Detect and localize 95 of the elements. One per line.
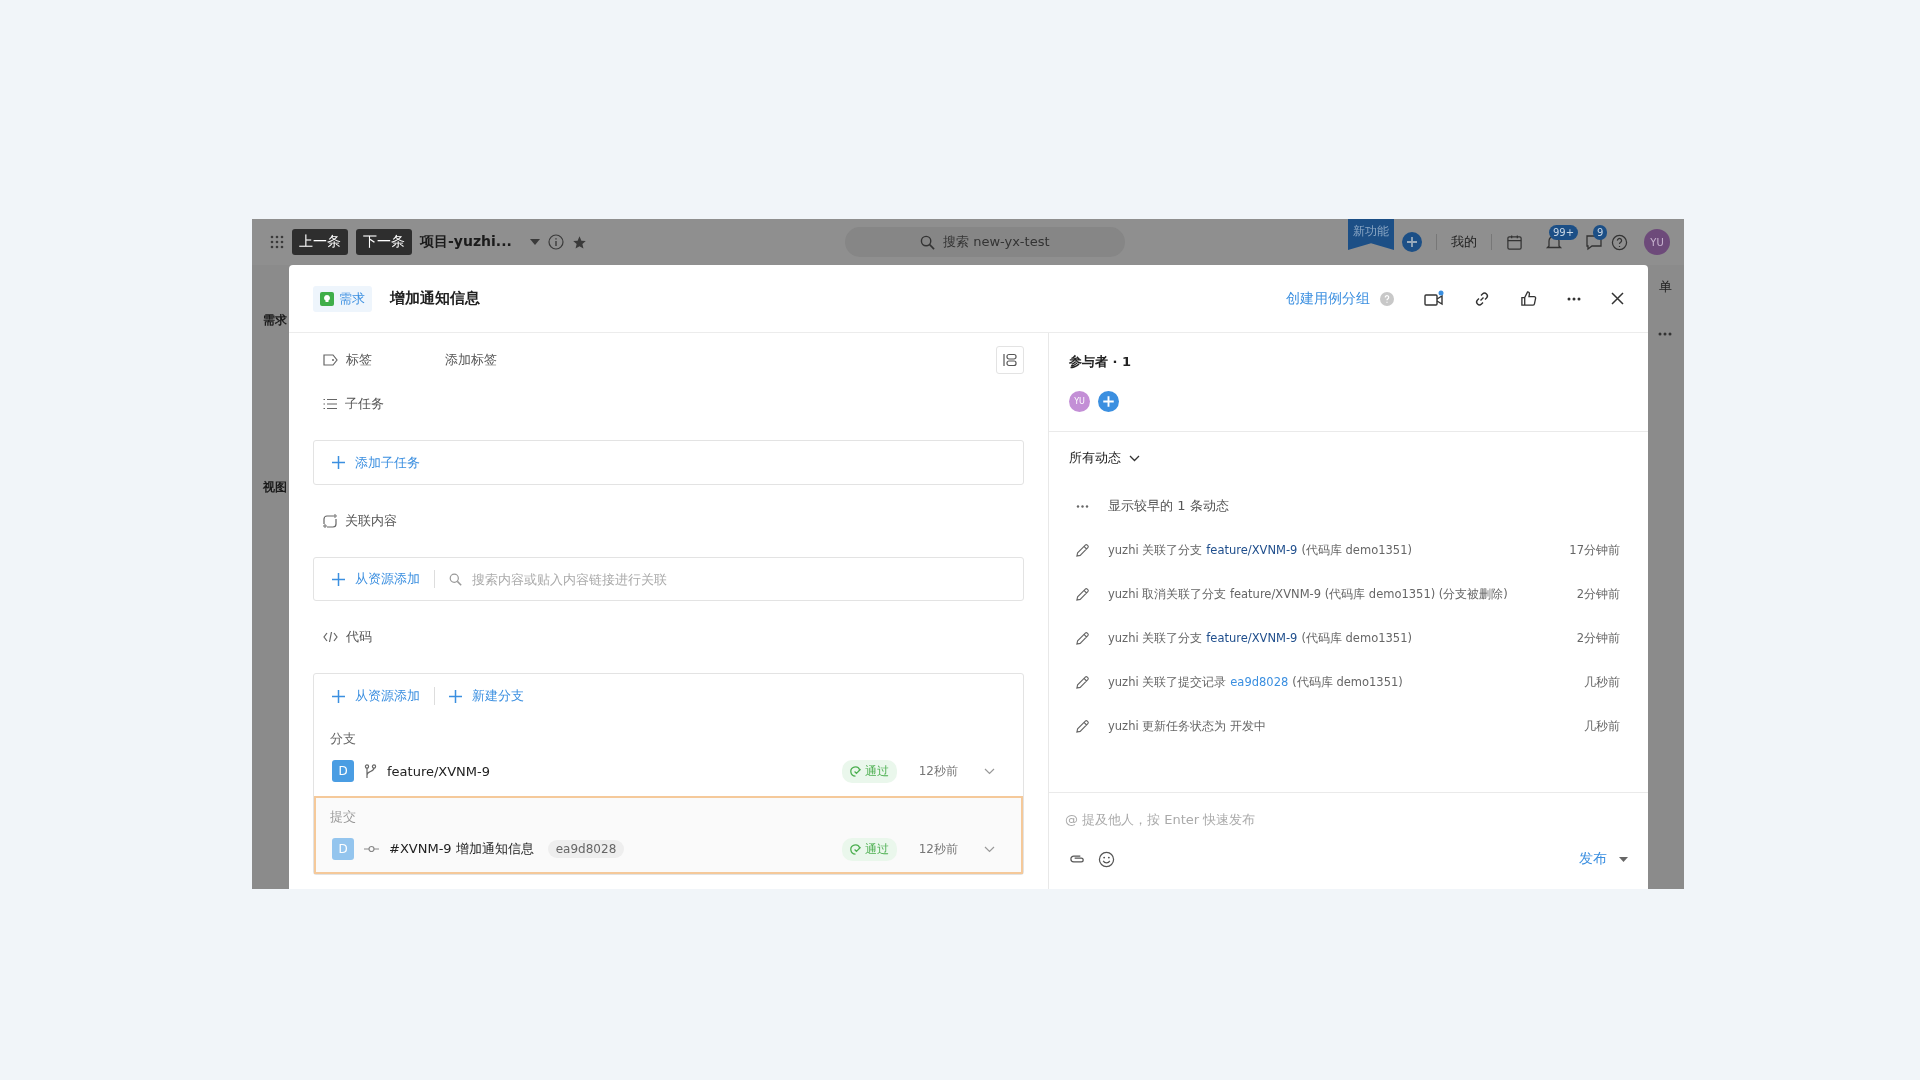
more-icon bbox=[1075, 504, 1090, 508]
next-button[interactable]: 下一条 bbox=[356, 229, 412, 255]
code-item-name[interactable]: #XVNM-9 增加通知信息 bbox=[389, 840, 534, 858]
add-icon[interactable] bbox=[1402, 232, 1422, 252]
field-label: 子任务 bbox=[345, 395, 384, 413]
info-icon[interactable] bbox=[547, 234, 564, 250]
project-name[interactable]: 项目-yuzhi... bbox=[420, 233, 512, 251]
pencil-icon bbox=[1075, 542, 1090, 558]
create-group-link[interactable]: 创建用例分组 bbox=[1286, 289, 1370, 308]
field-label: 标签 bbox=[346, 351, 372, 369]
activity-text: yuzhi 关联了提交记录 ea9d8028 (代码库 demo1351) bbox=[1108, 674, 1403, 690]
search-placeholder: 搜索 new-yx-test bbox=[943, 233, 1050, 251]
time-text: 12秒前 bbox=[918, 762, 958, 780]
code-item-name[interactable]: feature/XVNM-9 bbox=[387, 763, 491, 779]
plus-icon bbox=[332, 572, 345, 586]
time-text: 2分钟前 bbox=[1576, 630, 1620, 646]
layout-toggle-button[interactable] bbox=[996, 346, 1024, 374]
publish-button[interactable]: 发布 bbox=[1579, 850, 1607, 868]
star-icon[interactable] bbox=[571, 234, 587, 250]
task-title: 增加通知信息 bbox=[390, 289, 480, 308]
message-count: 9 bbox=[1593, 225, 1608, 240]
requirement-icon bbox=[320, 291, 334, 306]
add-tags-field[interactable]: 添加标签 bbox=[445, 351, 497, 369]
relation-icon bbox=[323, 514, 337, 528]
dropdown-caret-icon[interactable] bbox=[529, 239, 540, 245]
add-subtask-button[interactable]: 添加子任务 bbox=[313, 440, 1024, 485]
plus-icon bbox=[332, 689, 345, 703]
related-content-bar[interactable]: 从资源添加 搜索内容或贴入内容链接进行关联 bbox=[313, 557, 1024, 601]
background-text: 单 bbox=[1659, 278, 1672, 296]
close-icon[interactable] bbox=[1611, 292, 1624, 305]
search-icon bbox=[449, 572, 462, 586]
repo-avatar: D bbox=[332, 838, 354, 860]
plus-icon bbox=[332, 456, 345, 469]
pencil-icon bbox=[1075, 586, 1090, 602]
add-from-resource-button[interactable]: 从资源添加 bbox=[332, 570, 420, 588]
activity-text: yuzhi 更新任务状态为 开发中 bbox=[1108, 718, 1266, 734]
more-icon[interactable] bbox=[1567, 296, 1581, 301]
participants-title: 参与者 · 1 bbox=[1069, 353, 1133, 371]
new-feature-flag[interactable]: 新功能 bbox=[1348, 219, 1394, 250]
notification-count: 99+ bbox=[1549, 225, 1579, 240]
show-earlier-link[interactable]: 显示较早的 1 条动态 bbox=[1108, 497, 1229, 515]
time-text: 12秒前 bbox=[918, 840, 958, 858]
section-label: 提交 bbox=[329, 808, 357, 826]
pencil-icon bbox=[1075, 630, 1090, 646]
time-text: 几秒前 bbox=[1584, 718, 1620, 734]
repo-avatar: D bbox=[332, 760, 354, 782]
chevron-down-icon bbox=[1129, 454, 1140, 462]
layout-icon bbox=[1003, 353, 1017, 367]
activity-filter[interactable]: 所有动态 bbox=[1069, 448, 1140, 468]
sidebar-heading: 需求 bbox=[263, 312, 288, 329]
time-text: 几秒前 bbox=[1584, 674, 1620, 690]
activity-link[interactable]: feature/XVNM-9 bbox=[1206, 630, 1298, 645]
video-icon[interactable] bbox=[1424, 289, 1444, 308]
time-text: 2分钟前 bbox=[1576, 586, 1620, 602]
tag-icon bbox=[323, 354, 338, 366]
calendar-icon[interactable] bbox=[1506, 233, 1523, 251]
paperclip-icon[interactable] bbox=[1069, 853, 1086, 865]
activity-link[interactable]: feature/XVNM-9 bbox=[1206, 542, 1298, 557]
code-action-button[interactable]: 从资源添加 bbox=[332, 687, 420, 705]
my-link[interactable]: 我的 bbox=[1451, 233, 1477, 251]
status-badge: 通过 bbox=[841, 837, 897, 861]
activity-text: yuzhi 关联了分支 feature/XVNM-9 (代码库 demo1351) bbox=[1108, 630, 1412, 646]
time-text: 17分钟前 bbox=[1569, 542, 1620, 558]
apps-grid-icon[interactable] bbox=[270, 235, 284, 249]
branch-icon bbox=[364, 763, 377, 779]
dropdown-caret-icon[interactable] bbox=[1619, 856, 1628, 862]
status-badge: 通过 bbox=[841, 759, 897, 783]
thumbs-up-icon[interactable] bbox=[1520, 290, 1537, 307]
field-label: 关联内容 bbox=[345, 512, 397, 530]
link-icon[interactable] bbox=[1474, 290, 1490, 307]
search-icon bbox=[920, 234, 935, 250]
field-label: 代码 bbox=[346, 628, 372, 646]
section-label: 分支 bbox=[329, 730, 357, 748]
expand-chevron-icon[interactable] bbox=[984, 767, 995, 775]
activity-link[interactable]: ea9d8028 bbox=[1230, 674, 1289, 689]
expand-chevron-icon[interactable] bbox=[984, 845, 995, 853]
type-tag[interactable]: 需求 bbox=[313, 285, 372, 312]
sidebar-heading: 视图 bbox=[263, 479, 288, 496]
participant-avatar[interactable]: YU bbox=[1069, 391, 1090, 412]
help-icon[interactable] bbox=[1611, 233, 1628, 251]
add-participant-icon[interactable] bbox=[1098, 391, 1119, 412]
previous-button[interactable]: 上一条 bbox=[292, 229, 348, 255]
code-icon bbox=[323, 631, 338, 643]
commit-icon bbox=[364, 845, 379, 853]
search-field[interactable]: 搜索 new-yx-test bbox=[844, 227, 1125, 257]
activity-text: yuzhi 取消关联了分支 feature/XVNM-9 (代码库 demo1351) (分支被删除) bbox=[1108, 586, 1508, 602]
commit-hash: ea9d8028 bbox=[547, 840, 625, 858]
plus-icon bbox=[449, 689, 462, 703]
user-avatar[interactable]: YU bbox=[1644, 229, 1670, 255]
activity-text: yuzhi 关联了分支 feature/XVNM-9 (代码库 demo1351) bbox=[1108, 542, 1412, 558]
code-action-button[interactable]: 新建分支 bbox=[449, 687, 524, 705]
list-icon bbox=[323, 398, 337, 410]
emoji-icon[interactable] bbox=[1098, 850, 1115, 868]
pencil-icon bbox=[1075, 674, 1090, 690]
pencil-icon bbox=[1075, 718, 1090, 734]
